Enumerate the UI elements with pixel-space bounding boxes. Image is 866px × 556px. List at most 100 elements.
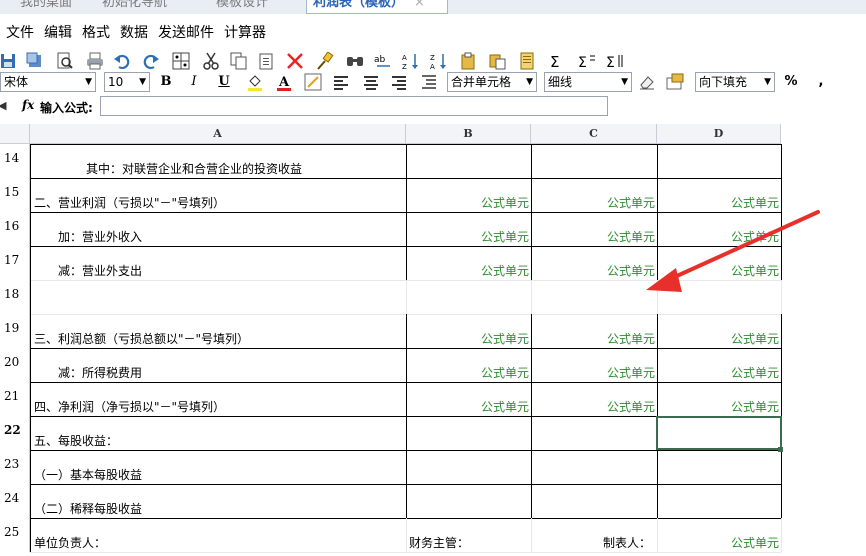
redo-icon[interactable] <box>142 52 160 70</box>
italic-button[interactable]: I <box>186 73 202 91</box>
cell[interactable]: 公式单元 <box>531 228 657 245</box>
font-color-icon[interactable]: A <box>275 73 293 91</box>
sort-asc-icon[interactable]: AZ <box>402 52 420 70</box>
cell[interactable]: 减：所得税费用 <box>30 364 406 381</box>
row-header[interactable]: 18 <box>0 280 30 314</box>
tab-template-design[interactable]: 模板设计 <box>210 0 274 14</box>
row-header[interactable]: 21 <box>0 382 30 416</box>
tab-income-statement[interactable]: 利润表（模板） × <box>306 0 448 14</box>
cell[interactable]: 公式单元 <box>406 262 531 279</box>
sort-desc-icon[interactable]: ZA <box>430 52 448 70</box>
table-icon[interactable] <box>172 52 190 70</box>
cell[interactable] <box>531 466 657 483</box>
replace-icon[interactable]: ab <box>374 52 392 70</box>
cut-icon[interactable] <box>202 52 220 70</box>
cell[interactable]: 三、利润总额（亏损总额以"－"号填列） <box>30 330 406 347</box>
cell[interactable]: 公式单元 <box>406 330 531 347</box>
print-preview-icon[interactable] <box>56 52 74 70</box>
cell[interactable]: 财务主管： <box>406 534 531 551</box>
copy-icon[interactable] <box>230 52 248 70</box>
menu-format[interactable]: 格式 <box>82 22 110 42</box>
comma-button[interactable]: , <box>813 73 829 91</box>
cell[interactable] <box>657 296 781 313</box>
print-icon[interactable] <box>86 52 104 70</box>
save-as-icon[interactable] <box>26 52 44 70</box>
cell-style-icon[interactable] <box>666 73 684 91</box>
cell[interactable]: 其中：对联营企业和合营企业的投资收益 <box>30 160 406 177</box>
tab-my-desktop[interactable]: 我的桌面 <box>14 0 78 14</box>
paste-special-icon[interactable] <box>460 52 478 70</box>
cell[interactable]: 公式单元 <box>531 364 657 381</box>
clipboard-icon[interactable] <box>488 52 506 70</box>
font-size-select[interactable]: 10 ▼ <box>104 72 150 92</box>
cell[interactable] <box>406 296 531 313</box>
format-brush-icon[interactable] <box>316 52 334 70</box>
bold-button[interactable]: B <box>158 73 174 91</box>
cell[interactable] <box>406 466 531 483</box>
menu-edit[interactable]: 编辑 <box>44 22 72 42</box>
fill-color-icon[interactable] <box>246 73 264 91</box>
cell[interactable] <box>531 160 657 177</box>
menu-data[interactable]: 数据 <box>120 22 148 42</box>
row-header[interactable]: 25 <box>0 518 30 552</box>
document-icon[interactable] <box>518 52 536 70</box>
cell[interactable]: 四、净利润（净亏损以"－"号填列） <box>30 398 406 415</box>
arrow-left-icon[interactable]: ◀ <box>0 99 6 112</box>
indent-icon[interactable] <box>420 73 438 91</box>
cell[interactable]: 公式单元 <box>531 194 657 211</box>
row-header[interactable]: 22 <box>0 416 30 450</box>
cell[interactable]: 制表人： <box>531 534 657 551</box>
cell[interactable]: 加：营业外收入 <box>30 228 406 245</box>
column-header-d[interactable]: D <box>657 124 781 144</box>
cell[interactable] <box>531 432 657 449</box>
cell[interactable]: 五、每股收益： <box>30 432 406 449</box>
cell[interactable]: 公式单元 <box>657 262 781 279</box>
cell[interactable]: 公式单元 <box>657 534 781 551</box>
cell[interactable] <box>531 500 657 517</box>
cell[interactable] <box>406 160 531 177</box>
row-header[interactable]: 19 <box>0 314 30 348</box>
selected-cell[interactable] <box>656 416 782 450</box>
menu-calculator[interactable]: 计算器 <box>224 22 266 42</box>
cell[interactable] <box>531 296 657 313</box>
undo-icon[interactable] <box>113 52 131 70</box>
row-header[interactable]: 23 <box>0 450 30 484</box>
align-left-icon[interactable] <box>332 73 350 91</box>
fill-direction-select[interactable]: 向下填充 ▼ <box>695 72 775 92</box>
tab-init-nav[interactable]: 初始化导航 <box>96 0 173 14</box>
cell[interactable] <box>406 500 531 517</box>
underline-button[interactable]: U <box>216 73 232 91</box>
cell[interactable]: 公式单元 <box>406 364 531 381</box>
cell[interactable]: （二）稀释每股收益 <box>30 500 406 517</box>
sum-icon[interactable]: Σ <box>548 52 566 70</box>
fill-handle[interactable] <box>778 447 783 452</box>
cell[interactable]: 公式单元 <box>531 262 657 279</box>
pencil-icon[interactable] <box>304 73 322 91</box>
row-header[interactable]: 16 <box>0 212 30 246</box>
eraser-icon[interactable] <box>638 73 656 91</box>
paste-icon[interactable] <box>258 52 276 70</box>
sheet-corner[interactable] <box>0 124 30 144</box>
cell[interactable]: 公式单元 <box>406 398 531 415</box>
menu-file[interactable]: 文件 <box>6 22 34 42</box>
cell[interactable]: 公式单元 <box>657 398 781 415</box>
row-header[interactable]: 17 <box>0 246 30 280</box>
cell[interactable]: 公式单元 <box>406 194 531 211</box>
font-select[interactable]: 宋体 ▼ <box>0 72 96 92</box>
cell[interactable] <box>30 296 406 313</box>
formula-input[interactable] <box>100 96 608 116</box>
border-style-select[interactable]: 细线 ▼ <box>544 72 632 92</box>
row-header[interactable]: 24 <box>0 484 30 518</box>
column-header-a[interactable]: A <box>30 124 406 144</box>
menu-send-email[interactable]: 发送邮件 <box>158 22 214 42</box>
delete-icon[interactable] <box>286 52 304 70</box>
close-icon[interactable]: × <box>414 0 425 10</box>
cell[interactable]: 公式单元 <box>531 398 657 415</box>
percent-button[interactable]: % <box>783 73 799 91</box>
column-sum-icon[interactable]: Σ <box>606 52 624 70</box>
cell[interactable] <box>657 466 781 483</box>
cell[interactable]: 公式单元 <box>531 330 657 347</box>
find-icon[interactable] <box>346 52 364 70</box>
cell[interactable] <box>657 500 781 517</box>
cell[interactable] <box>406 432 531 449</box>
